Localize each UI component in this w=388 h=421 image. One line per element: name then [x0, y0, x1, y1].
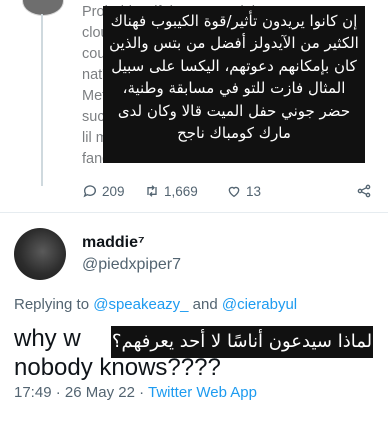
reply-button[interactable]: 209 — [82, 183, 144, 199]
meta-separator: · — [139, 384, 149, 401]
avatar[interactable] — [14, 228, 66, 280]
reply-count: 209 — [102, 183, 125, 199]
divider — [0, 212, 388, 213]
retweet-count: 1,669 — [164, 183, 198, 199]
like-count: 13 — [246, 183, 262, 199]
mention-link-2[interactable]: @cierabyul — [222, 296, 297, 313]
share-button[interactable] — [356, 183, 372, 199]
previous-tweet: Probably... if they wanted the Kpop clou… — [0, 0, 388, 210]
translation-overlay: إن كانوا يريدون تأثير/قوة الكيبوب فهناك … — [103, 6, 365, 163]
meta-separator: · — [55, 384, 65, 401]
replying-to-label: Replying to — [14, 296, 90, 313]
display-name[interactable]: maddie⁷ — [82, 234, 145, 252]
tweet-time[interactable]: 17:49 — [14, 384, 52, 401]
previous-tweet-avatar[interactable] — [22, 0, 64, 16]
replying-and-label: and — [192, 296, 218, 313]
retweet-button[interactable]: 1,669 — [144, 183, 226, 199]
translation-overlay-reply: لماذا سيدعون أناسًا لا أحد يعرفهم؟ — [111, 326, 373, 358]
retweet-icon — [147, 185, 157, 197]
like-button[interactable]: 13 — [226, 183, 286, 199]
mention-link-1[interactable]: @speakeazy_ — [93, 296, 188, 313]
user-handle[interactable]: @piedxpiper7 — [82, 256, 181, 274]
like-icon — [228, 186, 240, 198]
thread-line — [41, 14, 43, 186]
tweet-date[interactable]: 26 May 22 — [65, 384, 135, 401]
tweet-meta: 17:49 · 26 May 22 · Twitter Web App — [14, 384, 257, 401]
tweet-actions: 209 1,669 13 — [82, 180, 372, 202]
reply-icon — [83, 185, 96, 198]
replying-to-line: Replying to @speakeazy_ and @cierabyul — [14, 296, 297, 313]
tweet-source-link[interactable]: Twitter Web App — [148, 384, 257, 401]
share-icon — [357, 184, 371, 198]
